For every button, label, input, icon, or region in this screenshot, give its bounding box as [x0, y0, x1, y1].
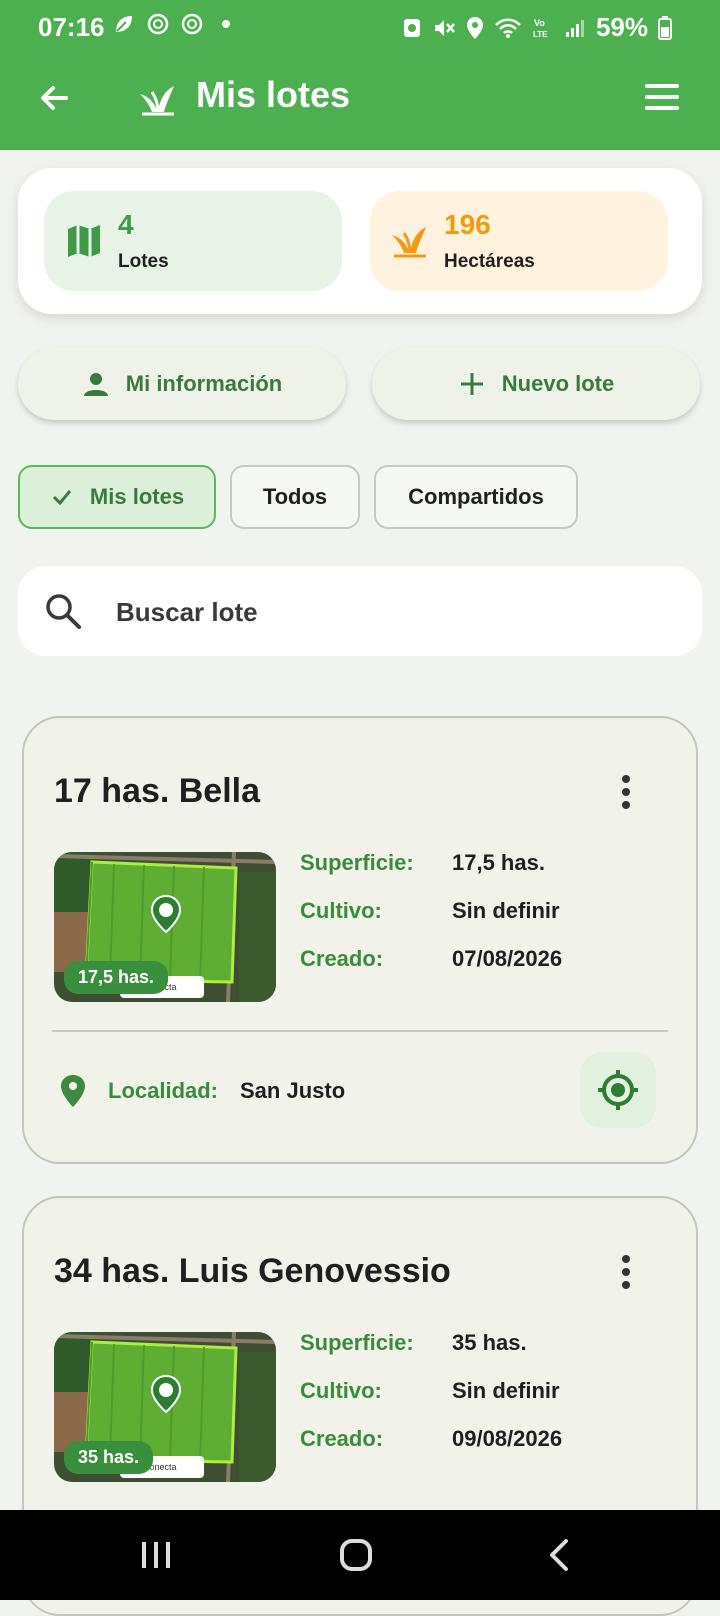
- hectareas-total: 196: [444, 209, 491, 240]
- mute-icon: [434, 19, 455, 36]
- leaf-icon: [116, 16, 132, 32]
- cultivo-value: Sin definir: [452, 1378, 560, 1403]
- gps-target-icon: [598, 1070, 638, 1110]
- lotes-count: 4: [118, 209, 134, 240]
- lote-card[interactable]: 17 has. Bella AgroConecta 17,5 has. Supe…: [22, 716, 698, 1164]
- check-icon: [52, 490, 72, 506]
- superficie-value: 35 has.: [452, 1330, 527, 1355]
- lote-name: 17 has. Bella: [54, 772, 261, 810]
- mi-informacion-button[interactable]: Mi información: [18, 348, 346, 420]
- location-icon: [466, 16, 483, 39]
- page-title: Mis lotes: [196, 74, 351, 115]
- card-divider: [52, 1030, 668, 1032]
- filter-chip-label: Mis lotes: [89, 484, 185, 509]
- creado-value: 07/08/2026: [452, 946, 563, 971]
- more-vert-icon[interactable]: [620, 1254, 632, 1290]
- summary-card: 4 Lotes 196 Hectáreas: [18, 168, 702, 314]
- search-icon: [46, 594, 81, 629]
- hectareas-stat: 196 Hectáreas: [370, 191, 668, 291]
- openai-icon: [181, 13, 203, 35]
- sprout-icon: [392, 227, 426, 258]
- lote-map-thumbnail: AgroConecta 17,5 has.: [54, 852, 276, 1002]
- status-left-icons: [112, 12, 238, 36]
- cultivo-value: Sin definir: [452, 898, 560, 923]
- sprout-logo-icon: [140, 86, 174, 116]
- nuevo-lote-button[interactable]: Nuevo lote: [372, 348, 700, 420]
- creado-label: Creado:: [300, 1426, 384, 1451]
- hectareas-label: Hectáreas: [444, 251, 535, 272]
- arrow-back-icon[interactable]: [36, 80, 72, 116]
- filter-chip-label: Todos: [262, 484, 328, 509]
- search-bar: [18, 566, 702, 656]
- app-header: 07:16 Vo LTE 59% Mis lotes: [0, 0, 720, 150]
- filter-chip-compartidos[interactable]: Compartidos: [374, 465, 578, 529]
- cultivo-label: Cultivo:: [300, 898, 382, 923]
- location-pin-icon: [61, 1075, 85, 1107]
- filter-chip-todos[interactable]: Todos: [230, 465, 360, 529]
- localidad-label: Localidad:: [108, 1078, 219, 1103]
- mi-informacion-label: Mi información: [125, 371, 283, 396]
- signal-icon: [565, 19, 584, 37]
- filter-chip-label: Compartidos: [408, 484, 544, 509]
- locate-button[interactable]: [580, 1052, 656, 1128]
- more-vert-icon[interactable]: [620, 774, 632, 810]
- superficie-label: Superficie:: [300, 1330, 414, 1355]
- battery-icon: [658, 15, 672, 40]
- lote-name: 34 has. Luis Genovessio: [54, 1252, 451, 1290]
- status-right-icons: Vo LTE 59%: [402, 12, 672, 43]
- superficie-label: Superficie:: [300, 850, 414, 875]
- lote-map-thumbnail: AgroConecta 35 has.: [54, 1332, 276, 1482]
- thumbnail-area-badge: 35 has.: [64, 1441, 154, 1474]
- creado-value: 09/08/2026: [452, 1426, 563, 1451]
- volte-icon: Vo LTE: [533, 18, 548, 39]
- person-icon: [82, 370, 110, 398]
- nav-back-icon[interactable]: [540, 1538, 580, 1572]
- svg-text:LTE: LTE: [533, 30, 548, 39]
- recents-icon[interactable]: [136, 1538, 176, 1572]
- wifi-icon: [495, 18, 521, 38]
- dot-icon: [222, 20, 230, 28]
- system-nav-bar: [0, 1510, 720, 1600]
- map-icon: [68, 225, 100, 257]
- creado-label: Creado:: [300, 946, 384, 971]
- home-icon[interactable]: [336, 1538, 376, 1572]
- openai-icon: [147, 13, 169, 35]
- superficie-value: 17,5 has.: [452, 850, 545, 875]
- localidad-value: San Justo: [240, 1078, 346, 1103]
- search-input[interactable]: [114, 588, 678, 636]
- recycle-icon: [403, 18, 420, 37]
- cultivo-label: Cultivo:: [300, 1378, 382, 1403]
- lotes-label: Lotes: [118, 251, 169, 272]
- thumbnail-area-badge: 17,5 has.: [64, 961, 169, 994]
- status-time: 07:16: [38, 12, 105, 42]
- plus-icon: [458, 370, 486, 398]
- nuevo-lote-label: Nuevo lote: [501, 371, 615, 396]
- lotes-stat: 4 Lotes: [44, 191, 342, 291]
- battery-percentage: 59%: [595, 12, 648, 42]
- filter-chip-mis-lotes[interactable]: Mis lotes: [18, 465, 216, 529]
- svg-text:Vo: Vo: [534, 18, 545, 28]
- hamburger-menu-icon[interactable]: [644, 82, 680, 112]
